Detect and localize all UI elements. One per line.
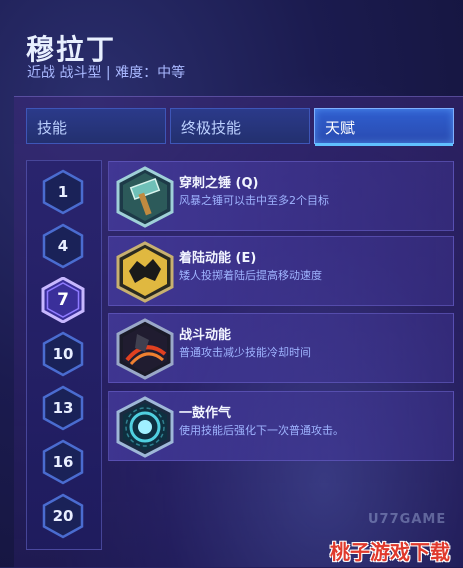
level-label: 16	[52, 453, 74, 471]
tab-abilities[interactable]: 技能	[26, 108, 166, 144]
level-sidebar: 1 4 7 10 13 16 20	[26, 160, 102, 550]
level-label: 13	[52, 399, 74, 417]
tab-label: 天赋	[325, 119, 356, 137]
level-label: 4	[57, 237, 69, 255]
tab-talents[interactable]: 天赋	[314, 108, 454, 146]
talent-name: 一鼓作气	[179, 406, 232, 421]
talent-description: 风暴之锤可以击中至多2个目标	[179, 194, 329, 207]
watermark-brand: 桃子游戏下载	[330, 540, 450, 564]
tab-label: 技能	[37, 119, 68, 137]
hammer-icon	[116, 166, 174, 228]
talent-name: 穿刺之锤 (Q)	[179, 176, 259, 191]
combat-momentum-icon	[116, 318, 174, 380]
level-1-button[interactable]: 1	[40, 169, 86, 215]
level-10-button[interactable]: 10	[40, 331, 86, 377]
talent-row[interactable]: 穿刺之锤 (Q) 风暴之锤可以击中至多2个目标	[108, 161, 454, 231]
level-label: 20	[52, 507, 74, 525]
level-7-button[interactable]: 7	[40, 277, 86, 323]
talent-row[interactable]: 着陆动能 (E) 矮人投掷着陆后提高移动速度	[108, 236, 454, 306]
level-label: 10	[52, 345, 74, 363]
level-label: 7	[57, 290, 69, 310]
tab-label: 终极技能	[181, 119, 242, 137]
talent-name: 着陆动能 (E)	[179, 251, 257, 266]
level-4-button[interactable]: 4	[40, 223, 86, 269]
watermark-site: U77GAME	[368, 512, 447, 527]
rune-orb-icon	[116, 396, 174, 458]
tab-heroic-abilities[interactable]: 终极技能	[170, 108, 310, 144]
level-20-button[interactable]: 20	[40, 493, 86, 539]
level-16-button[interactable]: 16	[40, 439, 86, 485]
talent-description: 使用技能后强化下一次普通攻击。	[179, 424, 344, 437]
hero-subtitle: 近战 战斗型 | 难度：中等	[27, 65, 186, 81]
level-13-button[interactable]: 13	[40, 385, 86, 431]
dwarf-leap-icon	[116, 241, 174, 303]
talent-description: 矮人投掷着陆后提高移动速度	[179, 269, 322, 282]
talent-row[interactable]: 战斗动能 普通攻击减少技能冷却时间	[108, 313, 454, 383]
talent-row[interactable]: 一鼓作气 使用技能后强化下一次普通攻击。	[108, 391, 454, 461]
level-label: 1	[57, 183, 69, 201]
talent-description: 普通攻击减少技能冷却时间	[179, 346, 311, 359]
talent-name: 战斗动能	[179, 328, 232, 343]
